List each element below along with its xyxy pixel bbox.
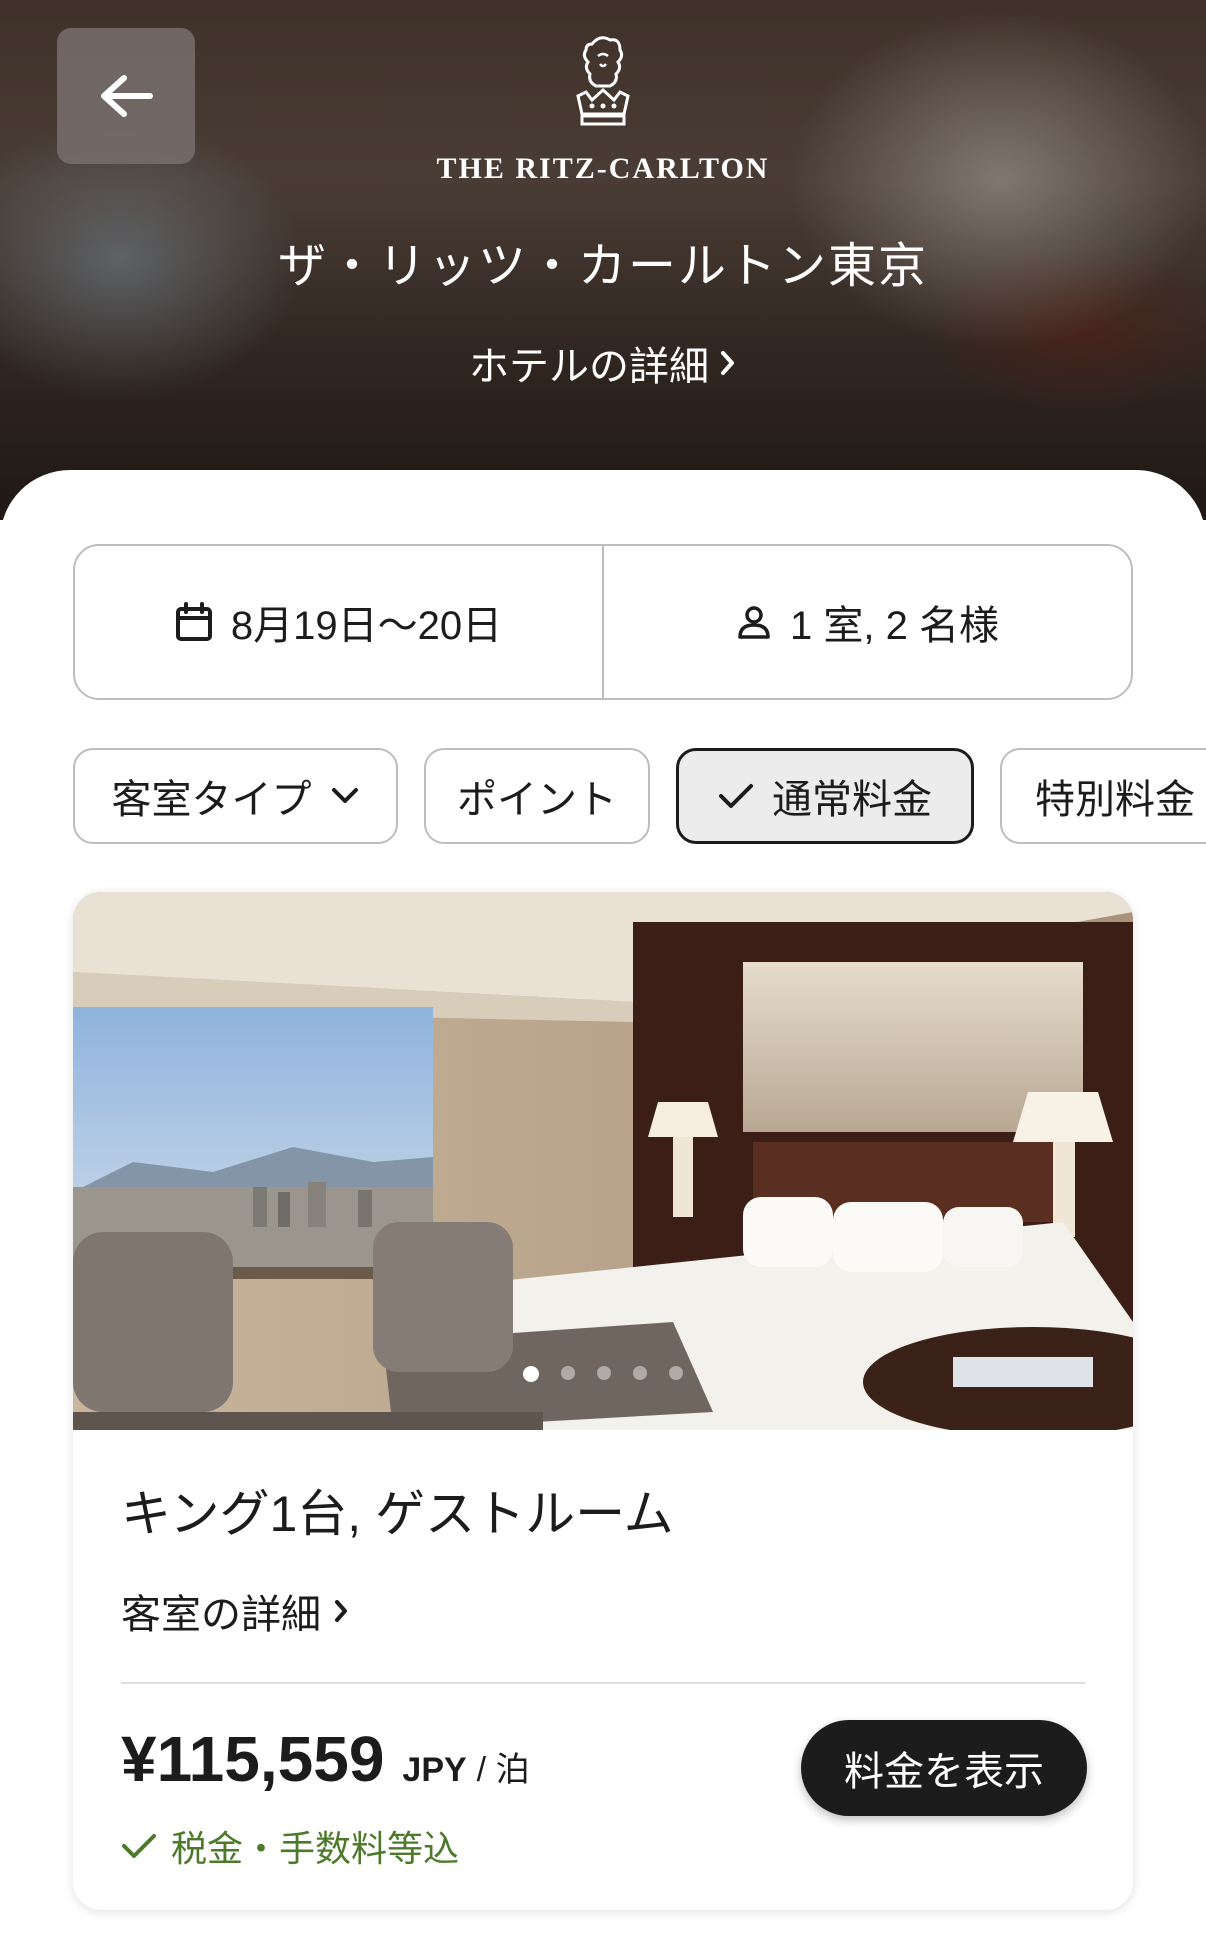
room-card: キング1台, ゲストルーム 客室の詳細 ¥115,559 JPY / 泊 税金・…: [73, 892, 1133, 1910]
date-selector[interactable]: 8月19日～20日: [75, 546, 602, 698]
chevron-right-icon: [721, 351, 734, 375]
filter-room-type[interactable]: 客室タイプ: [73, 748, 398, 844]
price-row: ¥115,559 JPY / 泊: [121, 1722, 530, 1796]
person-icon: [738, 606, 770, 639]
room-details-label: 客室の詳細: [121, 1593, 321, 1637]
per-night-label: / 泊: [476, 1751, 530, 1789]
carousel-dot[interactable]: [523, 1366, 539, 1382]
filter-label: 通常料金: [772, 778, 932, 822]
guest-count-text: 1 室, 2 名様: [790, 604, 999, 648]
room-photo: [73, 892, 1133, 1430]
hotel-name: ザ・リッツ・カールトン東京: [277, 240, 928, 293]
checkmark-icon: [719, 784, 753, 808]
room-details-link[interactable]: 客室の詳細: [121, 1582, 349, 1640]
room-price: ¥115,559: [121, 1723, 385, 1795]
page: THE RITZ-CARLTON ザ・リッツ・カールトン東京 ホテルの詳細 8月…: [0, 0, 1206, 1945]
chevron-down-icon: [331, 788, 358, 803]
guest-selector[interactable]: 1 室, 2 名様: [602, 546, 1131, 698]
filter-label: ポイント: [457, 778, 617, 822]
filter-chips: 客室タイプ ポイント 通常料金 特別料金: [73, 748, 1206, 844]
booking-sheet: 8月19日～20日 1 室, 2 名様 客室タイプ ポイント 通常料金 特別料金…: [0, 470, 1206, 1945]
brand-name: THE RITZ-CARLTON: [436, 152, 770, 185]
hotel-details-label: ホテルの詳細: [469, 345, 709, 389]
divider: [121, 1682, 1085, 1684]
hotel-details-link[interactable]: ホテルの詳細: [0, 334, 1206, 392]
date-range-text: 8月19日～20日: [230, 604, 503, 648]
filter-label: 客室タイプ: [111, 778, 312, 822]
checkmark-icon: [122, 1834, 156, 1858]
carousel-dot[interactable]: [561, 1366, 575, 1380]
room-title: キング1台, ゲストルーム: [121, 1486, 674, 1542]
filter-special-rate[interactable]: 特別料金: [1000, 748, 1206, 844]
lion-crown-icon: [576, 36, 630, 126]
search-bar: 8月19日～20日 1 室, 2 名様: [73, 544, 1133, 700]
carousel-dot[interactable]: [597, 1366, 611, 1380]
tax-note-text: 税金・手数料等込: [171, 1828, 460, 1869]
view-rates-button[interactable]: 料金を表示: [801, 1720, 1087, 1816]
filter-points[interactable]: ポイント: [424, 748, 650, 844]
carousel-dot[interactable]: [633, 1366, 647, 1380]
chevron-right-icon: [335, 1600, 347, 1622]
currency-code: JPY: [402, 1751, 467, 1789]
tax-included-note: 税金・手数料等込: [121, 1820, 459, 1872]
brand-logo: THE RITZ-CARLTON: [0, 34, 1206, 186]
carousel-dot[interactable]: [669, 1366, 683, 1380]
calendar-icon: [175, 602, 212, 641]
hero-banner: THE RITZ-CARLTON ザ・リッツ・カールトン東京 ホテルの詳細: [0, 0, 1206, 520]
filter-label: 特別料金: [1035, 778, 1195, 822]
room-photo-carousel[interactable]: [73, 892, 1133, 1430]
filter-regular-rate[interactable]: 通常料金: [676, 748, 974, 844]
carousel-dots: [73, 1366, 1133, 1382]
